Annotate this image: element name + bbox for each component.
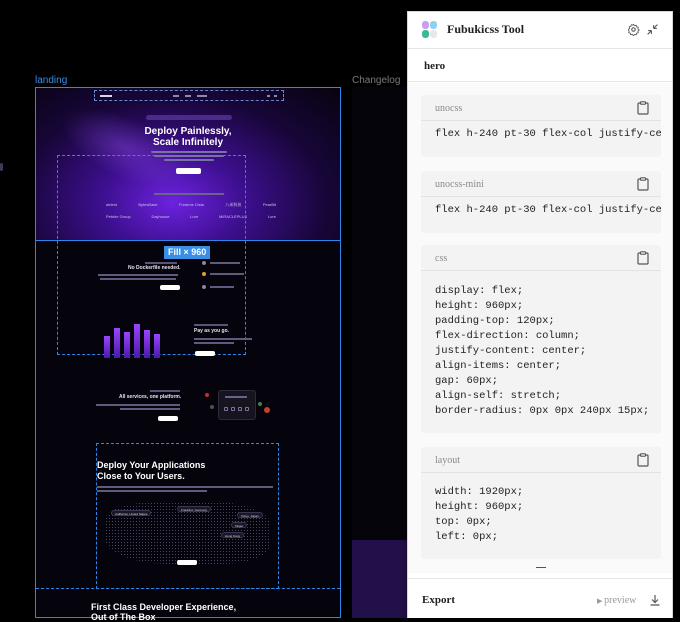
nav-link <box>173 95 179 97</box>
region-tag: Taipei <box>231 522 247 528</box>
deploy-global-section[interactable]: Deploy Your Applications Close to Your U… <box>96 443 279 589</box>
feature-kicker <box>150 390 180 392</box>
changelog-hero-block <box>352 540 408 618</box>
code-card-unocss: unocss flex h-240 pt-30 flex-col justify… <box>421 95 661 157</box>
hero-title-line2: Scale Infinitely <box>152 137 224 148</box>
feature3-button <box>158 416 178 421</box>
frame-label-changelog[interactable]: Changelog <box>352 75 400 86</box>
region-tag: Frankfurt, Germany <box>177 506 212 512</box>
code-block[interactable]: flex h-240 pt-30 flex-col justify-ce <box>421 121 661 142</box>
code-block[interactable]: width: 1920px; height: 960px; top: 0px; … <box>421 473 661 545</box>
devx-title-line1: First Class Developer Experience, <box>91 602 237 612</box>
region-tag: Tokyo, Japan <box>237 512 263 518</box>
nav-link <box>185 95 191 97</box>
feature3-text <box>120 408 180 410</box>
gear-icon[interactable] <box>627 23 640 36</box>
code-card-css: css display: flex; height: 960px; paddin… <box>421 245 661 433</box>
usage-bar-chart <box>102 320 164 358</box>
copy-icon[interactable] <box>637 101 649 115</box>
hero-title: Deploy Painlessly, Scale Infinitely <box>36 126 340 148</box>
feature1-item <box>210 286 234 288</box>
preview-label: preview <box>604 595 637 606</box>
globe-desc <box>97 486 273 488</box>
download-icon[interactable] <box>649 594 661 606</box>
devx-title: First Class Developer Experience, Out of… <box>91 602 236 622</box>
code-card-layout: layout width: 1920px; height: 960px; top… <box>421 447 661 559</box>
nav-icon <box>267 95 270 97</box>
region-tag: California, United States <box>111 510 152 516</box>
panel-footer: Export ▶ preview <box>408 578 672 618</box>
collapse-icon[interactable] <box>646 23 659 36</box>
fill-size-badge: Fill × 960 <box>164 246 211 259</box>
feature1-text <box>100 278 176 280</box>
code-card-label: css <box>435 253 448 264</box>
nav-icon <box>274 95 277 97</box>
nav-logo <box>100 95 112 97</box>
logo-item: Lore <box>267 214 276 219</box>
code-block[interactable]: display: flex; height: 960px; padding-to… <box>421 271 661 419</box>
panel-scroll-area[interactable]: unocss flex h-240 pt-30 flex-col justify… <box>408 83 672 573</box>
feature-kicker <box>194 324 228 326</box>
code-card-label: unocss <box>435 103 463 114</box>
preview-button[interactable]: ▶ preview <box>597 595 636 606</box>
copy-icon[interactable] <box>637 177 649 191</box>
region-tag: Hong Kong <box>221 532 245 538</box>
devx-title-line2: Out of The Box <box>91 612 156 622</box>
globe-title-line2: Close to Your Users. <box>97 471 185 481</box>
hero-title-line1: Deploy Painlessly, <box>144 126 232 137</box>
export-label: Export <box>422 594 455 606</box>
globe-desc <box>97 490 207 492</box>
logo-item: PearBit <box>262 202 276 207</box>
feature2-text <box>194 338 252 340</box>
frame-label-landing[interactable]: landing <box>35 75 67 86</box>
code-block[interactable]: flex h-240 pt-30 flex-col justify-ce <box>421 197 661 218</box>
feature3-text <box>96 404 180 406</box>
nav-link <box>197 95 207 97</box>
feature2-button <box>195 351 215 356</box>
resize-handle[interactable] <box>536 567 546 568</box>
hero-navbar[interactable] <box>94 90 284 101</box>
feature-kicker <box>145 262 177 264</box>
feature1-item <box>210 262 240 264</box>
canvas-edge-marker <box>0 163 3 171</box>
hero-announcement-badge <box>146 115 232 120</box>
feature1-item <box>210 273 244 275</box>
copy-icon[interactable] <box>637 251 649 265</box>
services-card <box>218 390 256 420</box>
changelog-frame[interactable] <box>352 87 408 618</box>
code-card-label: unocss-mini <box>435 179 484 190</box>
fubukicss-panel[interactable]: Fubukicss Tool hero unocss flex h-240 pt… <box>407 11 673 618</box>
selected-node-name: hero <box>408 48 672 82</box>
code-card-label: layout <box>435 455 460 466</box>
panel-title: Fubukicss Tool <box>447 21 525 36</box>
globe-button <box>177 560 197 565</box>
feature3-title: All services, one platform. <box>119 394 182 400</box>
feature2-title: Pay as you go. <box>194 328 230 334</box>
feature1-text <box>98 274 178 276</box>
feature1-button <box>160 285 180 290</box>
feature1-title: No Dockerfile needed. <box>128 265 181 271</box>
code-card-unocss-mini: unocss-mini flex h-240 pt-30 flex-col ju… <box>421 171 661 233</box>
copy-icon[interactable] <box>637 453 649 467</box>
globe-title: Deploy Your Applications Close to Your U… <box>97 460 227 482</box>
globe-title-line1: Deploy Your Applications <box>97 460 206 470</box>
fubukicss-logo-icon <box>422 20 437 38</box>
feature2-text <box>194 342 234 344</box>
